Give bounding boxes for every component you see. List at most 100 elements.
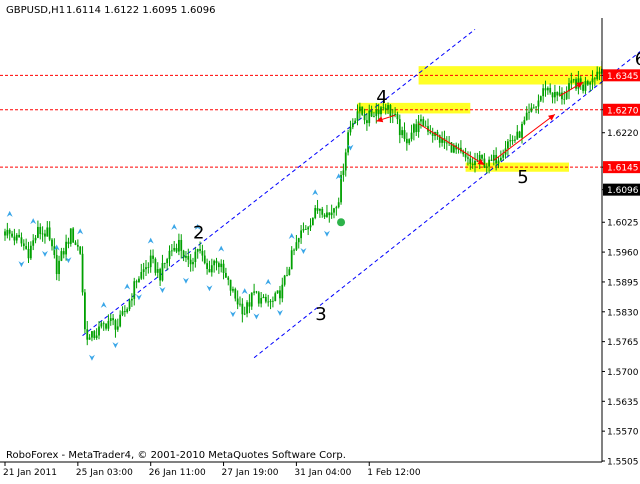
candle-body: [203, 255, 206, 264]
candle-body: [281, 284, 284, 299]
candle-body: [596, 71, 599, 80]
candle-body: [316, 208, 319, 211]
candle-body: [119, 314, 122, 327]
candle-body: [415, 124, 418, 133]
candle-body: [39, 226, 42, 235]
candle-body: [354, 120, 357, 124]
time-tick-label: 21 Jan 2011: [3, 468, 57, 478]
candle-body: [201, 250, 204, 256]
time-tick-label: 31 Jan 04:00: [294, 468, 351, 478]
candle-body: [326, 212, 328, 217]
candle-body: [469, 158, 472, 164]
candle-body: [394, 113, 396, 116]
candle-body: [128, 300, 131, 310]
candle-body: [187, 256, 190, 260]
candle-body: [323, 214, 326, 217]
candle-body: [163, 263, 166, 264]
candle-body: [483, 158, 486, 168]
candle-body: [302, 229, 305, 231]
candle-body: [257, 292, 260, 304]
wave-label: 3: [315, 304, 326, 325]
candle-body: [48, 227, 51, 240]
candle-body: [46, 227, 49, 237]
candle-body: [511, 140, 514, 141]
candle-body: [84, 292, 86, 330]
candle-body: [142, 269, 145, 273]
candle-body: [589, 82, 592, 85]
candle-body: [109, 318, 112, 321]
candle-body: [121, 311, 124, 315]
candle-body: [199, 249, 201, 251]
candle-body: [598, 71, 601, 74]
candle-body: [370, 110, 373, 117]
candle-body: [373, 116, 375, 117]
candle-body: [156, 269, 159, 273]
candle-body: [551, 92, 554, 98]
candle-body: [403, 130, 406, 139]
candle-body: [107, 320, 110, 329]
candle-body: [260, 298, 263, 304]
candle-body: [490, 159, 493, 161]
price-tick-label: 1.6025: [607, 219, 639, 229]
candle-body: [396, 113, 399, 120]
candle-body: [335, 207, 338, 209]
price-tag-label: 1.6096: [607, 186, 639, 196]
candle-body: [65, 241, 67, 255]
candle-body: [138, 278, 140, 283]
candle-body: [250, 292, 253, 307]
candle-body: [69, 228, 72, 244]
signal-dot: [337, 218, 346, 227]
candle-body: [91, 331, 93, 338]
candle-body: [344, 152, 347, 171]
candle-body: [340, 175, 342, 203]
candle-body: [417, 121, 420, 133]
candle-body: [422, 119, 425, 126]
candle-body: [518, 131, 521, 138]
candle-body: [182, 250, 185, 258]
candle-body: [333, 208, 335, 213]
candle-body: [126, 309, 129, 313]
candle-body: [514, 139, 516, 141]
candle-body: [253, 291, 255, 293]
candle-body: [6, 229, 9, 236]
candle-body: [13, 236, 16, 241]
candle-body: [530, 107, 533, 112]
price-tag-label: 1.6345: [607, 72, 639, 82]
candle-body: [189, 259, 192, 265]
price-tick-label: 1.5570: [607, 428, 639, 438]
candle-body: [497, 160, 500, 164]
candle-body: [429, 131, 432, 134]
candle-body: [116, 326, 119, 330]
candle-body: [131, 298, 133, 301]
candle-body: [328, 212, 331, 216]
candle-body: [398, 119, 401, 136]
candle-body: [269, 300, 272, 303]
candle-body: [100, 323, 103, 327]
candle-body: [471, 163, 474, 166]
time-tick-label: 1 Feb 12:00: [367, 468, 421, 478]
candle-body: [145, 267, 147, 270]
candle-body: [572, 79, 575, 81]
candle-body: [267, 301, 270, 303]
candle-body: [60, 251, 63, 261]
candle-body: [180, 239, 183, 251]
candle-body: [499, 157, 502, 161]
candle-body: [591, 78, 594, 83]
candle-body: [300, 230, 302, 239]
price-tick-label: 1.5830: [607, 308, 639, 318]
candle-body: [32, 240, 35, 246]
candle-body: [168, 250, 171, 260]
candle-body: [586, 81, 589, 85]
chart-symbol: GBPUSD,H1: [6, 5, 65, 16]
candle-body: [309, 225, 312, 228]
candle-body: [532, 107, 535, 109]
candle-body: [337, 202, 340, 208]
candle-body: [474, 160, 476, 166]
price-tag-label: 1.6145: [607, 164, 639, 174]
candle-body: [241, 303, 244, 315]
candle-body: [549, 87, 552, 93]
price-tick-label: 1.5635: [607, 398, 639, 408]
candle-body: [539, 96, 542, 101]
candle-body: [544, 88, 547, 91]
wave-label: 6: [635, 49, 640, 70]
